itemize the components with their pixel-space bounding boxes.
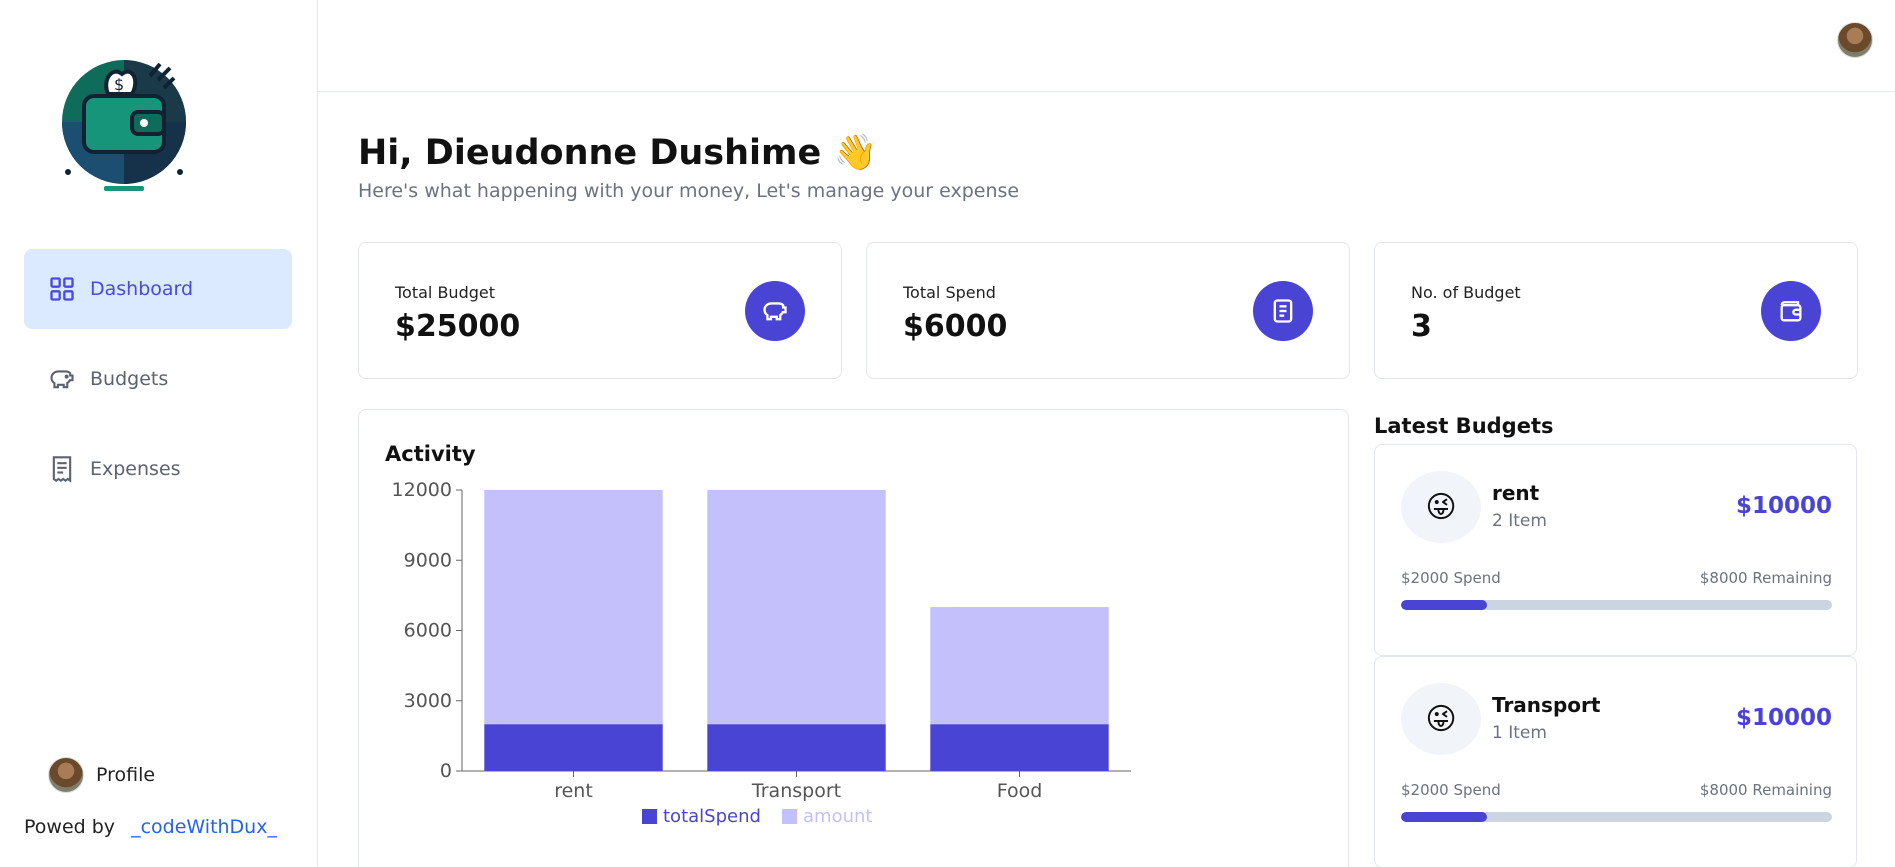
- activity-card: Activity 0 3000 6000 9000 12000 rent Transport…: [358, 409, 1349, 867]
- x-tick-label: Transport: [751, 780, 841, 802]
- stat-label: Total Budget: [395, 283, 495, 302]
- budget-item-count: 1 Item: [1492, 723, 1547, 743]
- legend-label: totalSpend: [663, 806, 761, 827]
- stat-icon-badge: [1761, 281, 1821, 341]
- stat-label: No. of Budget: [1411, 283, 1521, 302]
- bar-amount-food: [930, 607, 1109, 725]
- budget-remaining: $8000 Remaining: [1699, 569, 1832, 587]
- budget-spend: $2000 Spend: [1401, 569, 1501, 587]
- bar-totalSpend-transport: [707, 724, 886, 771]
- stat-icon-badge: [745, 281, 805, 341]
- piggy-bank-icon: [50, 370, 74, 389]
- stat-label: Total Spend: [903, 283, 996, 302]
- sidebar-item-label: Budgets: [90, 368, 169, 390]
- x-tick-label: rent: [554, 780, 593, 802]
- legend-swatch: [642, 809, 657, 824]
- budget-card-rent[interactable]: 😜 rent 2 Item $10000 $2000 Spend $8000 R…: [1374, 444, 1857, 656]
- y-tick-label: 6000: [404, 620, 452, 642]
- y-tick-label: 12000: [392, 479, 452, 501]
- stat-card-total-budget: Total Budget $25000: [358, 242, 842, 379]
- legend-swatch: [782, 809, 797, 824]
- receipt-icon: [52, 456, 72, 483]
- budget-emoji: 😜: [1401, 471, 1481, 543]
- sidebar-item-expenses[interactable]: Expenses: [24, 429, 292, 509]
- profile-link[interactable]: Profile: [48, 757, 155, 793]
- powered-by-link[interactable]: _codeWithDux_: [131, 816, 277, 838]
- sidebar-item-label: Expenses: [90, 458, 181, 480]
- stat-icon-badge: [1253, 281, 1313, 341]
- page-subtitle: Here's what happening with your money, L…: [358, 180, 1020, 202]
- bar-totalSpend-food: [930, 724, 1109, 771]
- budget-progress-bar: [1401, 600, 1832, 610]
- budget-emoji: 😜: [1401, 683, 1481, 755]
- bar-amount-transport: [707, 490, 886, 725]
- budget-name: rent: [1492, 481, 1540, 505]
- budget-amount: $10000: [1735, 493, 1832, 519]
- stat-value: $25000: [395, 309, 521, 344]
- sidebar-item-label: Dashboard: [90, 278, 194, 300]
- activity-chart: 0 3000 6000 9000 12000 rent Transport Food total…: [392, 479, 1131, 827]
- avatar: [48, 757, 84, 793]
- app-root: $ Dashboard Budgets Expenses Profile Pow…: [0, 0, 1895, 867]
- latest-budgets-title: Latest Budgets: [1374, 414, 1554, 438]
- budget-item-count: 2 Item: [1492, 511, 1547, 531]
- stat-value: $6000: [903, 309, 1008, 344]
- sidebar-item-dashboard[interactable]: Dashboard: [24, 249, 292, 329]
- budget-card-transport[interactable]: 😜 Transport 1 Item $10000 $2000 Spend $8…: [1374, 656, 1857, 867]
- wallet-icon: [1780, 301, 1802, 322]
- page-title: Hi, Dieudonne Dushime 👋: [358, 133, 878, 173]
- top-bar: [318, 0, 1895, 92]
- bar-totalSpend-rent: [484, 724, 663, 771]
- stat-value: 3: [1411, 309, 1432, 344]
- powered-by: Powed by _codeWithDux_: [24, 816, 277, 838]
- budget-name: Transport: [1492, 693, 1601, 717]
- budget-spend: $2000 Spend: [1401, 781, 1501, 799]
- sidebar-item-budgets[interactable]: Budgets: [24, 339, 292, 419]
- x-tick-label: Food: [997, 780, 1043, 802]
- bar-amount-rent: [484, 490, 663, 725]
- sidebar: $ Dashboard Budgets Expenses Profile Pow…: [0, 0, 318, 867]
- profile-label: Profile: [96, 764, 156, 786]
- y-tick-label: 9000: [404, 549, 452, 571]
- budget-progress-fill: [1401, 600, 1488, 610]
- stat-card-total-spend: Total Spend $6000: [866, 242, 1350, 379]
- budget-amount: $10000: [1735, 705, 1832, 731]
- svg-text:$: $: [114, 75, 124, 94]
- piggy-bank-icon: [763, 302, 787, 321]
- legend-label: amount: [803, 806, 872, 827]
- y-tick-label: 0: [440, 760, 452, 782]
- budget-progress-bar: [1401, 812, 1832, 822]
- user-avatar[interactable]: [1837, 22, 1873, 58]
- budget-progress-fill: [1401, 812, 1488, 822]
- powered-by-text: Powed by: [24, 816, 116, 838]
- budget-remaining: $8000 Remaining: [1699, 781, 1832, 799]
- app-logo[interactable]: $: [58, 50, 192, 198]
- y-tick-label: 3000: [404, 690, 452, 712]
- stat-card-number-of-budget: No. of Budget 3: [1374, 242, 1858, 379]
- grid-icon: [50, 277, 74, 301]
- receipt-icon: [1273, 299, 1293, 323]
